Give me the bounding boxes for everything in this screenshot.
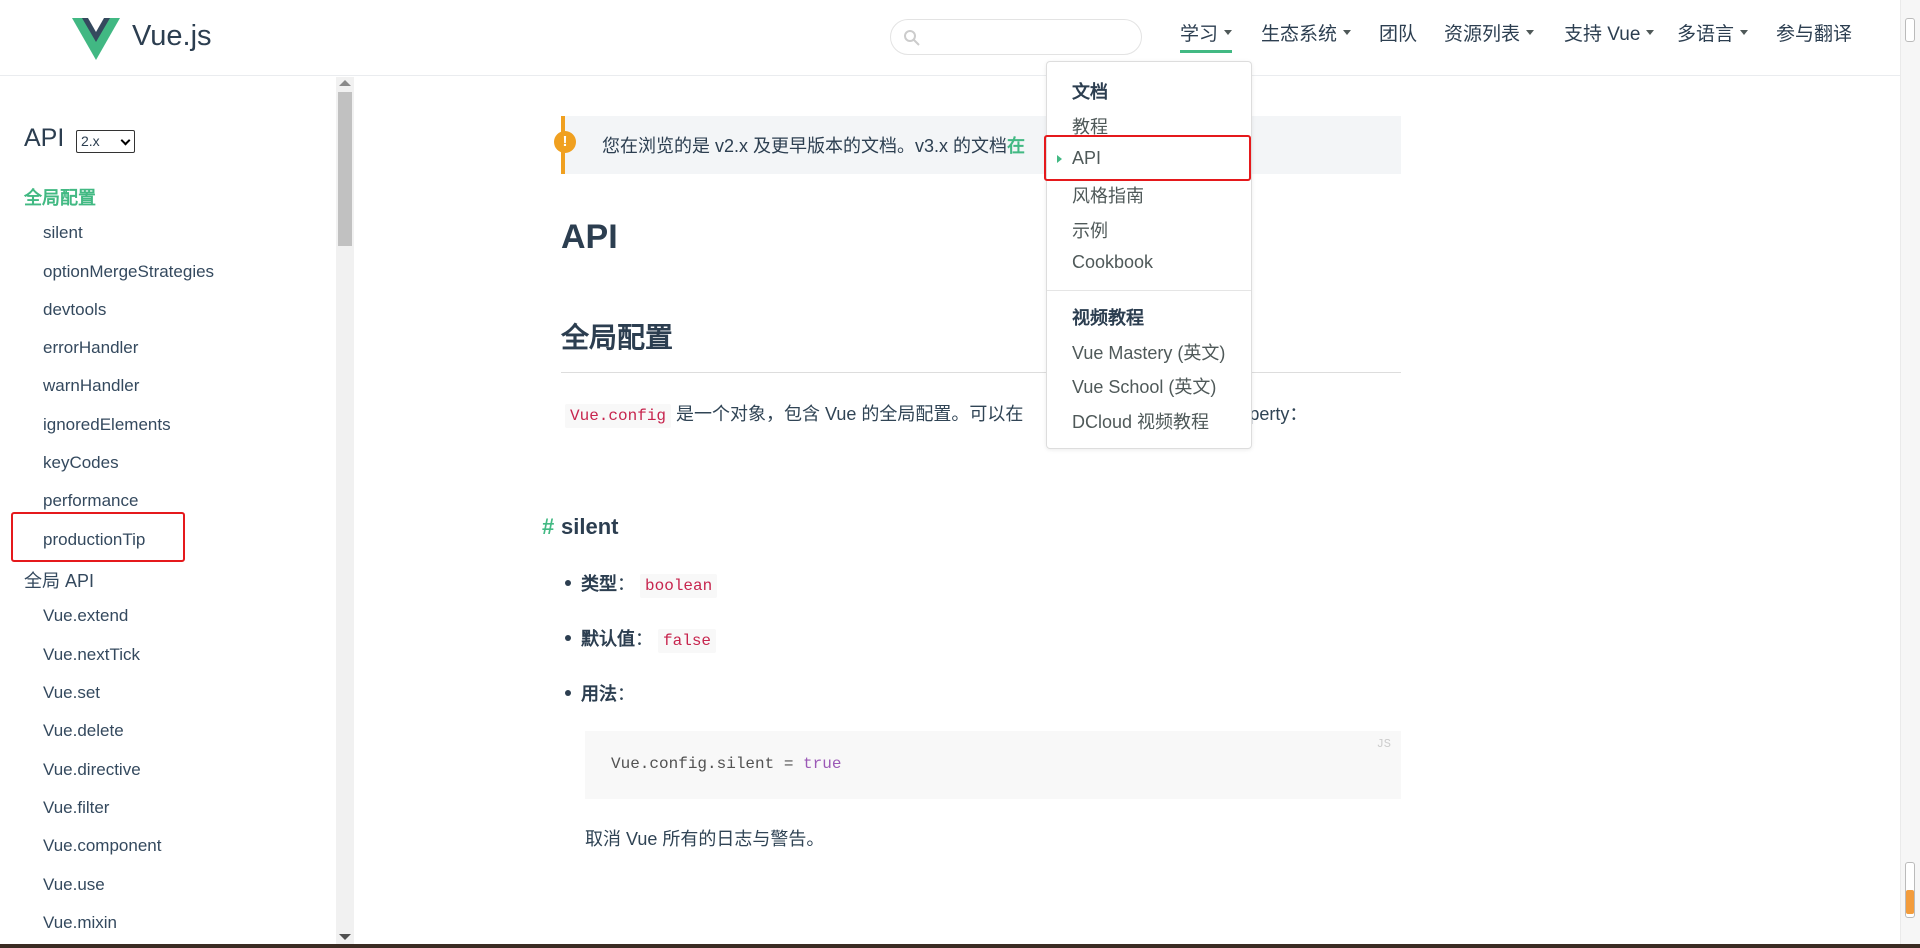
bullet-default: 默认值： false bbox=[565, 625, 717, 653]
scroll-down-arrow-icon[interactable] bbox=[339, 934, 351, 940]
nav-support-vue[interactable]: 支持 Vue bbox=[1564, 22, 1655, 48]
nav-ecosystem[interactable]: 生态系统 bbox=[1261, 22, 1352, 48]
bullet-dot bbox=[565, 635, 571, 642]
sidebar-link-vue-nexttick[interactable]: Vue.nextTick bbox=[43, 645, 140, 665]
sidebar-link-vue-filter[interactable]: Vue.filter bbox=[43, 798, 109, 818]
nav-learn-label: 学习 bbox=[1180, 24, 1219, 45]
caret-down-icon bbox=[1740, 30, 1749, 36]
nav-languages[interactable]: 多语言 bbox=[1677, 22, 1749, 48]
sidebar-link-devtools[interactable]: devtools bbox=[43, 300, 106, 320]
colon: ： bbox=[617, 684, 635, 704]
intro-text: 是一个对象，包含 Vue 的全局配置。可以在 bbox=[676, 404, 1024, 424]
type-label: 类型 bbox=[581, 574, 617, 594]
caret-down-icon bbox=[1526, 30, 1535, 36]
sidebar-link-vue-extend[interactable]: Vue.extend bbox=[43, 606, 128, 626]
code-keyword: true bbox=[803, 755, 842, 773]
dropdown-divider bbox=[1047, 290, 1251, 291]
caret-down-icon bbox=[1343, 30, 1352, 36]
sidebar-link-vue-set[interactable]: Vue.set bbox=[43, 683, 100, 703]
sidebar-link-vue-use[interactable]: Vue.use bbox=[43, 875, 105, 895]
page-title: API bbox=[561, 218, 618, 256]
type-value: boolean bbox=[640, 574, 718, 598]
caret-down-icon bbox=[1224, 30, 1233, 36]
colon: ： bbox=[617, 574, 635, 594]
description-text: 取消 Vue 所有的日志与警告。 bbox=[585, 829, 825, 849]
sidebar-link-vue-delete[interactable]: Vue.delete bbox=[43, 721, 124, 741]
sidebar-link-vue-directive[interactable]: Vue.directive bbox=[43, 760, 141, 780]
nav-team[interactable]: 团队 bbox=[1379, 22, 1417, 48]
learn-dropdown-menu: 文档 教程 API 风格指南 示例 Cookbook 视频教程 Vue Mast… bbox=[1046, 61, 1252, 449]
sidebar-link-silent[interactable]: silent bbox=[43, 223, 83, 243]
nav-learn[interactable]: 学习 bbox=[1180, 22, 1233, 53]
dropdown-item-dcloud[interactable]: DCloud 视频教程 bbox=[1072, 408, 1209, 434]
nav-languages-label: 多语言 bbox=[1677, 24, 1735, 45]
caret-down-icon bbox=[1646, 30, 1655, 36]
top-header: Vue.js 学习 生态系统 团队 资源列表 支持 Vue 多语言 参与翻译 bbox=[0, 0, 1900, 76]
anchor-hash-link[interactable]: # bbox=[542, 514, 554, 540]
highlight-box-api bbox=[1044, 135, 1251, 181]
nav-resources-label: 资源列表 bbox=[1444, 24, 1521, 45]
section-heading-global-config: 全局配置 bbox=[561, 322, 674, 353]
chevron-down-icon bbox=[120, 135, 131, 146]
sidebar-link-ignoredelements[interactable]: ignoredElements bbox=[43, 415, 171, 435]
sidebar-section-global-config[interactable]: 全局配置 bbox=[24, 184, 96, 210]
version-select[interactable]: 2.x bbox=[76, 130, 135, 153]
version-select-value: 2.x bbox=[81, 133, 100, 149]
nav-translate[interactable]: 参与翻译 bbox=[1776, 22, 1852, 48]
dropdown-heading-docs: 文档 bbox=[1072, 82, 1108, 102]
dropdown-heading-video: 视频教程 bbox=[1072, 308, 1144, 328]
sidebar-link-vue-mixin[interactable]: Vue.mixin bbox=[43, 913, 117, 933]
search-input[interactable] bbox=[929, 24, 1129, 50]
sidebar-link-performance[interactable]: performance bbox=[43, 491, 138, 511]
dropdown-item-cookbook[interactable]: Cookbook bbox=[1072, 252, 1153, 273]
version-notice-text: 您在浏览的是 v2.x 及更早版本的文档。v3.x 的文档在 bbox=[602, 132, 1025, 158]
notice-link[interactable]: 在 bbox=[1007, 136, 1025, 156]
dropdown-item-vue-mastery[interactable]: Vue Mastery (英文) bbox=[1072, 339, 1225, 365]
default-label: 默认值 bbox=[581, 629, 635, 649]
dropdown-item-vue-school[interactable]: Vue School (英文) bbox=[1072, 373, 1216, 399]
nav-resources[interactable]: 资源列表 bbox=[1444, 22, 1535, 48]
highlight-box-productiontip bbox=[11, 512, 185, 562]
bottom-edge-strip bbox=[0, 944, 1920, 948]
scroll-up-arrow-icon[interactable] bbox=[339, 80, 351, 86]
warning-icon: ! bbox=[554, 131, 576, 153]
sidebar-link-warnhandler[interactable]: warnHandler bbox=[43, 376, 139, 396]
window-scroll-top-thumb[interactable] bbox=[1905, 18, 1915, 42]
brand-name[interactable]: Vue.js bbox=[132, 20, 212, 53]
code-language-label: JS bbox=[1376, 737, 1391, 751]
bullet-dot bbox=[565, 580, 571, 587]
window-scrollbar[interactable] bbox=[1900, 0, 1920, 948]
search-icon bbox=[904, 30, 920, 46]
search-box[interactable] bbox=[890, 19, 1142, 55]
sidebar-section-global-api[interactable]: 全局 API bbox=[24, 567, 94, 593]
section-heading-silent: silent bbox=[561, 514, 619, 539]
notice-text: 您在浏览的是 v2.x 及更早版本的文档。v3.x 的文档 bbox=[602, 136, 1008, 156]
bullet-usage: 用法： bbox=[565, 680, 635, 706]
nav-ecosystem-label: 生态系统 bbox=[1261, 24, 1338, 45]
sidebar-scroll-thumb[interactable] bbox=[338, 92, 352, 246]
sidebar-title: API bbox=[24, 124, 65, 152]
nav-team-label: 团队 bbox=[1379, 24, 1418, 45]
colon: ： bbox=[635, 629, 653, 649]
vue-logo-icon[interactable] bbox=[72, 18, 120, 60]
nav-translate-label: 参与翻译 bbox=[1776, 24, 1853, 45]
nav-support-label: 支持 Vue bbox=[1564, 24, 1641, 45]
dropdown-item-style-guide[interactable]: 风格指南 bbox=[1072, 182, 1144, 208]
bullet-type: 类型： boolean bbox=[565, 570, 718, 598]
code-line: Vue.config.silent = true bbox=[611, 755, 841, 773]
sidebar-link-optionmergestrategies[interactable]: optionMergeStrategies bbox=[43, 262, 214, 282]
sidebar-link-errorhandler[interactable]: errorHandler bbox=[43, 338, 138, 358]
bullet-dot bbox=[565, 690, 571, 697]
code-text: Vue.config.silent = bbox=[611, 755, 804, 773]
code-block: JS Vue.config.silent = true bbox=[585, 731, 1401, 799]
sidebar-link-keycodes[interactable]: keyCodes bbox=[43, 453, 119, 473]
scroll-indicator bbox=[1906, 890, 1914, 914]
dropdown-item-examples[interactable]: 示例 bbox=[1072, 217, 1108, 243]
inline-code-vue-config: Vue.config bbox=[565, 404, 672, 428]
usage-label: 用法 bbox=[581, 684, 617, 704]
default-value: false bbox=[658, 629, 717, 653]
divider bbox=[561, 372, 1401, 373]
sidebar-link-vue-component[interactable]: Vue.component bbox=[43, 836, 161, 856]
